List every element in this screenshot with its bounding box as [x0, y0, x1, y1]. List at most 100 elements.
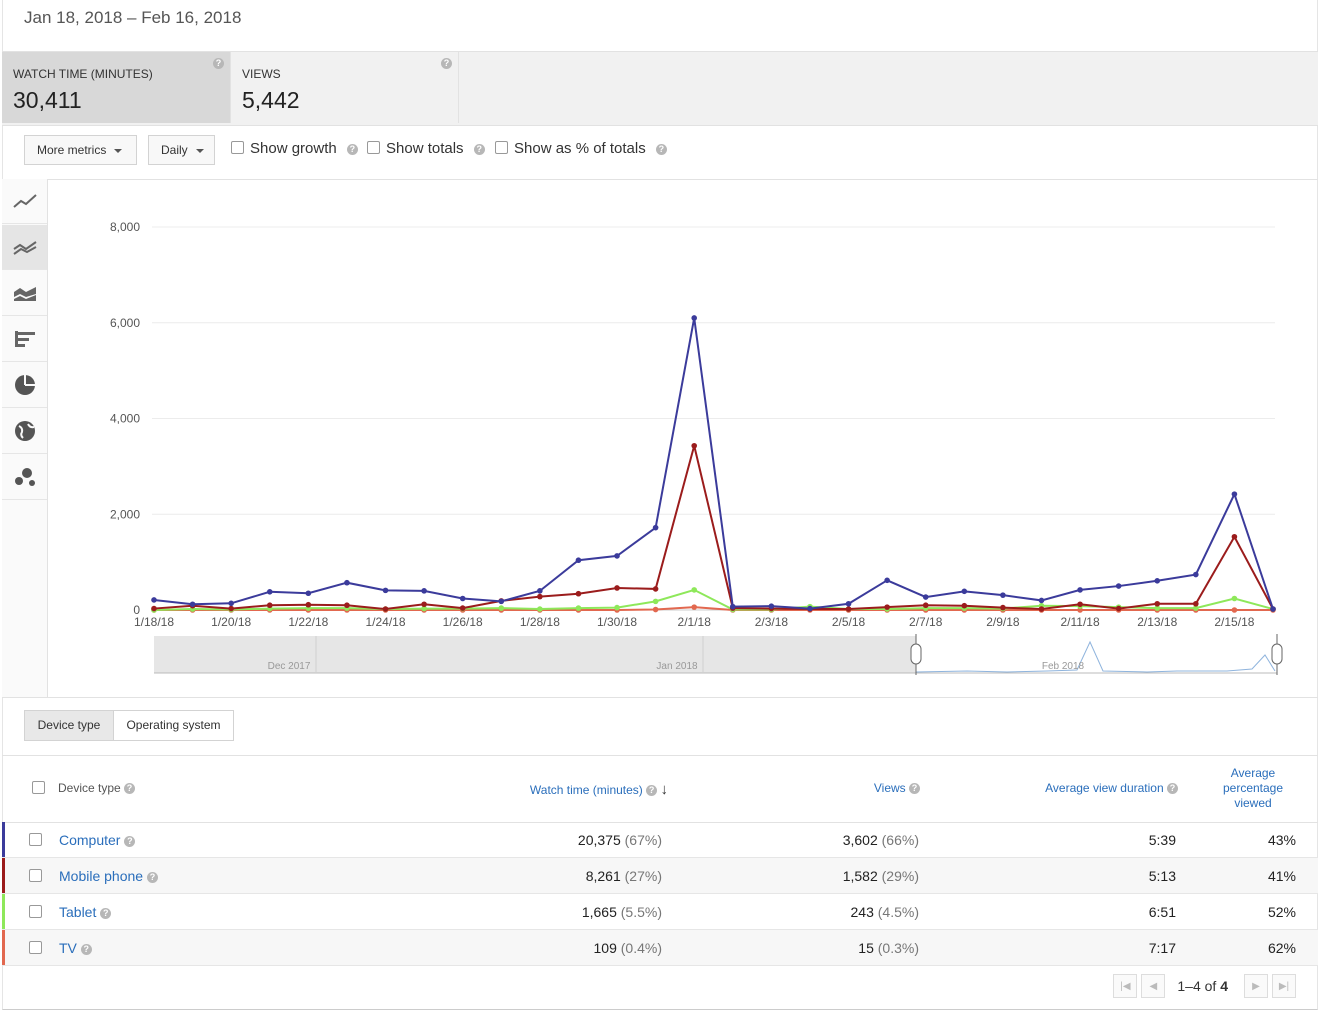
date-range-label[interactable]: Jan 18, 2018 – Feb 16, 2018	[24, 8, 241, 28]
show-pct-totals-toggle[interactable]: Show as % of totals ?	[495, 140, 667, 157]
data-point	[652, 586, 659, 592]
help-icon[interactable]: ?	[473, 143, 485, 155]
watch-time-cell: 109 (0.4%)	[594, 940, 662, 956]
help-icon[interactable]: ?	[346, 143, 358, 155]
avg-view-duration-cell: 5:39	[1148, 832, 1176, 848]
map-button[interactable]	[2, 409, 47, 454]
help-icon[interactable]: ?	[646, 785, 658, 797]
series-color-swatch	[2, 894, 5, 929]
select-all-checkbox[interactable]	[32, 781, 45, 794]
help-icon[interactable]: ?	[146, 871, 158, 883]
show-pct-totals-checkbox[interactable]	[495, 141, 508, 154]
table-row[interactable]: Computer ? 20,375 (67%) 3,602 (66%) 5:39 43%	[2, 822, 1318, 858]
help-icon[interactable]: ?	[655, 143, 667, 155]
help-icon[interactable]: ?	[80, 943, 92, 955]
col-views[interactable]: Views ?	[874, 781, 920, 795]
tab-device-type[interactable]: Device type	[24, 710, 114, 741]
row-checkbox[interactable]	[29, 941, 42, 954]
col-avg-view-duration[interactable]: Average view duration ?	[1045, 781, 1178, 795]
next-page-button[interactable]: ▶	[1244, 974, 1268, 998]
pie-chart-button[interactable]	[2, 363, 47, 408]
help-icon[interactable]: ?	[124, 835, 136, 847]
more-metrics-dropdown[interactable]: More metrics	[24, 135, 137, 165]
row-checkbox[interactable]	[29, 905, 42, 918]
data-point	[691, 604, 698, 610]
metric-label: WATCH TIME (MINUTES)	[13, 67, 153, 81]
data-point	[922, 602, 929, 609]
show-totals-toggle[interactable]: Show totals ?	[367, 140, 485, 157]
data-point	[1231, 491, 1238, 497]
data-point	[1077, 587, 1083, 593]
last-page-button[interactable]: ▶|	[1272, 974, 1296, 998]
views-cell: 1,582 (29%)	[843, 868, 919, 884]
col-avg-pct-viewed[interactable]: Average percentage viewed	[1208, 766, 1298, 811]
device-name-link[interactable]: TV ?	[59, 940, 92, 956]
metric-tile-views[interactable]: VIEWS 5,442 ?	[231, 52, 459, 123]
series-color-swatch	[2, 822, 5, 857]
col-device-type[interactable]: Device type ?	[58, 781, 136, 795]
series-line-mobile-phone	[153, 445, 1274, 611]
data-point	[537, 588, 543, 594]
data-point	[614, 553, 620, 559]
show-totals-checkbox[interactable]	[367, 141, 380, 154]
col-watch-time[interactable]: Watch time (minutes) ? ↓	[530, 781, 668, 798]
data-point	[1038, 606, 1045, 612]
navigator-drag-handle[interactable]	[910, 643, 922, 665]
data-point	[459, 605, 466, 611]
prev-page-button[interactable]: ◀	[1141, 974, 1166, 998]
data-point	[305, 590, 312, 597]
series-line-computer	[153, 317, 1274, 610]
data-point	[1115, 583, 1122, 589]
first-page-button[interactable]: |◀	[1113, 974, 1138, 998]
help-icon[interactable]: ?	[441, 58, 452, 69]
data-point	[922, 594, 929, 600]
watch-time-line-chart[interactable]: 02,0004,0006,0008,0001/18/18 1/20/18 1/22/…	[47, 179, 1318, 697]
show-growth-checkbox[interactable]	[231, 141, 244, 154]
line-chart-button[interactable]	[2, 179, 47, 224]
tab-operating-system[interactable]: Operating system	[113, 710, 234, 741]
metric-label: VIEWS	[242, 67, 281, 81]
data-point	[1115, 605, 1122, 612]
data-point	[961, 588, 968, 595]
row-checkbox[interactable]	[29, 869, 42, 882]
help-icon[interactable]: ?	[1167, 783, 1178, 795]
x-tick-label: 2/11/18	[1060, 615, 1099, 629]
table-row[interactable]: Tablet ? 1,665 (5.5%) 243 (4.5%) 6:51 52%	[2, 894, 1318, 930]
watch-time-value: 1,665	[581, 904, 617, 920]
help-icon[interactable]: ?	[100, 907, 112, 919]
views-value: 3,602	[842, 832, 878, 848]
metric-tile-watch-time[interactable]: WATCH TIME (MINUTES) 30,411 ?	[2, 52, 231, 123]
data-point	[961, 602, 968, 609]
device-name-link[interactable]: Mobile phone ?	[59, 868, 158, 884]
data-point	[537, 606, 543, 612]
help-icon[interactable]: ?	[909, 783, 920, 795]
navigator-drag-handle[interactable]	[1271, 643, 1283, 665]
table-row[interactable]: TV ? 109 (0.4%) 15 (0.3%) 7:17 62%	[2, 930, 1318, 966]
help-icon[interactable]: ?	[213, 58, 224, 69]
data-point	[614, 585, 620, 591]
data-point	[1193, 600, 1199, 607]
more-metrics-label: More metrics	[37, 143, 107, 157]
bubble-chart-button[interactable]	[2, 455, 47, 500]
data-point	[151, 597, 157, 603]
avg-pct-viewed-cell: 52%	[1267, 904, 1296, 920]
data-point	[1270, 606, 1276, 612]
device-name-link[interactable]: Tablet ?	[59, 904, 112, 920]
data-point	[691, 442, 698, 449]
granularity-dropdown[interactable]: Daily	[148, 135, 215, 165]
watch-time-pct: (0.4%)	[620, 940, 662, 956]
data-point	[228, 600, 234, 607]
row-checkbox[interactable]	[29, 833, 42, 846]
views-cell: 3,602 (66%)	[843, 832, 919, 848]
x-tick-label: 2/7/18	[909, 615, 943, 629]
col-apv-line3: viewed	[1234, 796, 1272, 810]
show-growth-toggle[interactable]: Show growth ?	[231, 140, 358, 157]
device-name-link[interactable]: Computer ?	[59, 832, 136, 848]
bar-chart-button[interactable]	[2, 317, 47, 362]
x-tick-label: 2/15/18	[1214, 615, 1254, 629]
stacked-area-button[interactable]	[2, 271, 47, 316]
multi-line-chart-button[interactable]	[2, 225, 47, 270]
table-row[interactable]: Mobile phone ? 8,261 (27%) 1,582 (29%) 5:13…	[2, 858, 1318, 894]
show-pct-totals-label: Show as % of totals	[514, 140, 646, 157]
help-icon[interactable]: ?	[124, 783, 136, 795]
